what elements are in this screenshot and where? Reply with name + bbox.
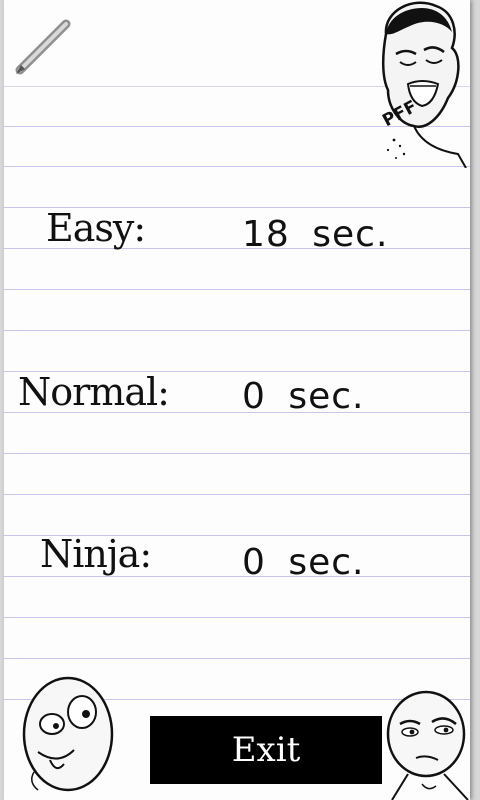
laughing-meme-face-icon [382, 1, 467, 168]
rule-line [4, 658, 470, 659]
rule-line [4, 330, 470, 331]
challenge-accepted-face-icon [386, 690, 469, 800]
derp-meme-face-icon [22, 676, 114, 792]
exit-button[interactable]: Exit [150, 716, 382, 784]
rule-line [4, 453, 470, 454]
ninja-time-value: 0 sec. [242, 542, 365, 583]
pencil-icon [15, 19, 71, 75]
rule-line [4, 289, 470, 290]
rule-line [4, 494, 470, 495]
rule-line [4, 617, 470, 618]
easy-time-value: 18 sec. [242, 214, 389, 255]
notebook-paper: PFF Easy: 18 sec. Normal: 0 sec. Ninja: … [4, 0, 470, 800]
rule-line [4, 576, 470, 577]
easy-label: Easy: [46, 206, 146, 250]
normal-time-value: 0 sec. [242, 376, 365, 417]
ninja-label: Ninja: [40, 532, 152, 576]
normal-label: Normal: [18, 370, 170, 414]
